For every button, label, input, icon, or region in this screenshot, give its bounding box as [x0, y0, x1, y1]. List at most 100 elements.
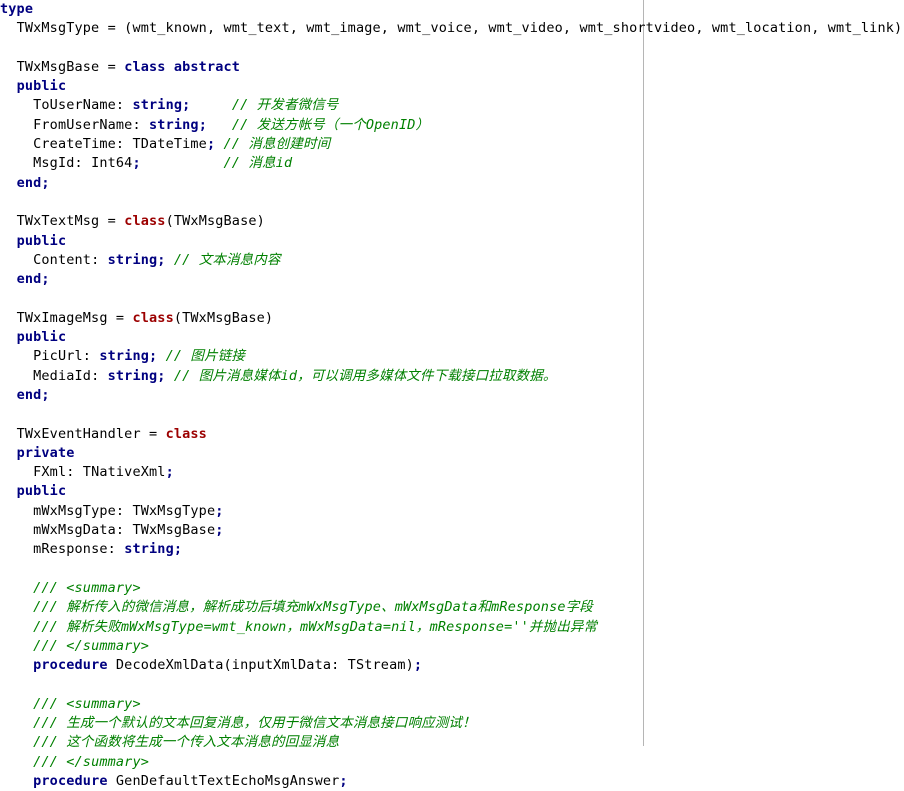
code-token-pun: ;: [173, 541, 183, 558]
code-line: /// 生成一个默认的文本回复消息，仅用于微信文本消息接口响应测试！: [0, 714, 904, 733]
code-token-kw: string: [107, 367, 158, 384]
code-token-pun: ;: [157, 367, 166, 384]
code-token-txt: FXml: TNativeXml: [33, 464, 166, 481]
code-line: type: [0, 0, 904, 19]
code-token-txt: TWxMsgBase =: [16, 58, 125, 75]
code-token-txt: mResponse:: [33, 541, 125, 558]
code-token-kw: class abstract: [124, 58, 241, 75]
code-token-txt: DecodeXmlData(inputXmlData: TStream): [107, 657, 414, 674]
code-line: end;: [0, 386, 904, 405]
code-token-txt: TWxImageMsg =: [16, 309, 133, 326]
code-token-kw: string: [124, 541, 174, 558]
code-token-txt: FromUserName:: [33, 116, 150, 133]
code-token-txt: MediaId:: [33, 367, 108, 384]
code-line: TWxTextMsg = class(TWxMsgBase): [0, 212, 904, 231]
code-line: PicUrl: string; // 图片链接: [0, 347, 904, 366]
code-token-kw-red: class: [132, 309, 174, 326]
code-token-pun: ;: [41, 386, 50, 403]
code-line: public: [0, 77, 904, 96]
code-token-pun: ;: [132, 155, 141, 172]
code-token-pun: ;: [41, 271, 50, 288]
code-line: mWxMsgType: TWxMsgType;: [0, 502, 904, 521]
code-line: MsgId: Int64; // 消息id: [0, 154, 904, 173]
code-token-kw: procedure: [33, 772, 108, 789]
code-line: ToUserName: string; // 开发者微信号: [0, 96, 904, 115]
code-token-txt: Content:: [33, 251, 108, 268]
code-token-cmt: /// 解析失败mWxMsgType=wmt_known，mWxMsgData=…: [33, 618, 598, 635]
code-token-kw: end: [16, 386, 42, 403]
code-token-kw: end: [16, 271, 42, 288]
code-line: /// 解析失败mWxMsgType=wmt_known，mWxMsgData=…: [0, 618, 904, 637]
code-token-txt: MsgId: Int64: [33, 155, 133, 172]
code-token-kw: string: [107, 251, 158, 268]
code-line: CreateTime: TDateTime; // 消息创建时间: [0, 135, 904, 154]
code-token-kw-red: class: [165, 425, 207, 442]
code-token-cmt: // 图片链接: [165, 348, 246, 365]
code-line: procedure DecodeXmlData(inputXmlData: TS…: [0, 656, 904, 675]
code-token-cmt: /// 这个函数将生成一个传入文本消息的回显消息: [33, 734, 340, 751]
code-token-pun: ;: [157, 251, 166, 268]
code-line: /// </summary>: [0, 637, 904, 656]
code-token-txt: (TWxMsgBase): [165, 213, 265, 230]
code-token-pun: ;: [413, 657, 423, 674]
code-token-cmt: /// </summary>: [33, 637, 150, 654]
code-line: FXml: TNativeXml;: [0, 463, 904, 482]
code-token-kw: string: [132, 97, 183, 114]
code-token-kw: type: [0, 1, 34, 17]
code-token-txt: mWxMsgType: TWxMsgType: [33, 502, 216, 519]
code-token-pun: ;: [41, 174, 50, 191]
code-token-txt: TWxTextMsg =: [16, 213, 125, 230]
code-token-kw: public: [16, 232, 67, 249]
code-token-cmt: /// 解析传入的微信消息，解析成功后填充mWxMsgType、mWxMsgDa…: [33, 599, 593, 616]
code-line: TWxImageMsg = class(TWxMsgBase): [0, 309, 904, 328]
code-line: Content: string; // 文本消息内容: [0, 251, 904, 270]
code-token-pun: ;: [206, 136, 216, 153]
code-line: end;: [0, 174, 904, 193]
code-line: /// </summary>: [0, 753, 904, 772]
code-line: mResponse: string;: [0, 540, 904, 559]
code-token-kw: procedure: [33, 657, 108, 674]
code-token-cmt: /// <summary>: [33, 579, 141, 596]
code-token-cmt: // 发送方帐号（一个OpenID）: [231, 116, 430, 133]
code-line: public: [0, 328, 904, 347]
code-token-cmt: // 消息创建时间: [223, 136, 331, 153]
code-line: /// 这个函数将生成一个传入文本消息的回显消息: [0, 733, 904, 752]
code-line: mWxMsgData: TWxMsgBase;: [0, 521, 904, 540]
code-token-kw: string: [99, 348, 150, 365]
code-token-cmt: /// <summary>: [33, 695, 141, 712]
code-token-txt: PicUrl:: [33, 348, 100, 365]
code-line: /// 解析传入的微信消息，解析成功后填充mWxMsgType、mWxMsgDa…: [0, 598, 904, 617]
code-token-cmt: // 开发者微信号: [231, 97, 339, 114]
code-line: MediaId: string; // 图片消息媒体id，可以调用多媒体文件下载…: [0, 367, 904, 386]
source-code-text[interactable]: type TWxMsgType = (wmt_known, wmt_text, …: [0, 0, 904, 791]
code-token-txt: TWxEventHandler =: [16, 425, 166, 442]
code-token-pun: ;: [339, 772, 348, 789]
code-editor-viewport[interactable]: type TWxMsgType = (wmt_known, wmt_text, …: [0, 0, 904, 789]
code-line: procedure GenDefaultTextEchoMsgAnswer;: [0, 772, 904, 791]
code-token-kw-red: class: [124, 213, 166, 230]
code-token-kw: public: [16, 78, 67, 95]
code-token-txt: GenDefaultTextEchoMsgAnswer: [107, 772, 340, 789]
code-line: TWxMsgBase = class abstract: [0, 58, 904, 77]
code-token-txt: mWxMsgData: TWxMsgBase: [33, 522, 216, 539]
code-line: TWxMsgType = (wmt_known, wmt_text, wmt_i…: [0, 19, 904, 38]
code-line: private: [0, 444, 904, 463]
code-line: FromUserName: string; // 发送方帐号（一个OpenID）: [0, 116, 904, 135]
code-token-cmt: /// </summary>: [33, 753, 150, 770]
code-token-cmt: // 消息id: [223, 155, 293, 172]
code-token-pun: ;: [165, 464, 174, 481]
code-token-kw: public: [16, 329, 67, 346]
code-token-pun: ;: [215, 522, 224, 539]
code-line: public: [0, 232, 904, 251]
code-token-pun: ;: [198, 116, 207, 133]
code-line: /// <summary>: [0, 695, 904, 714]
